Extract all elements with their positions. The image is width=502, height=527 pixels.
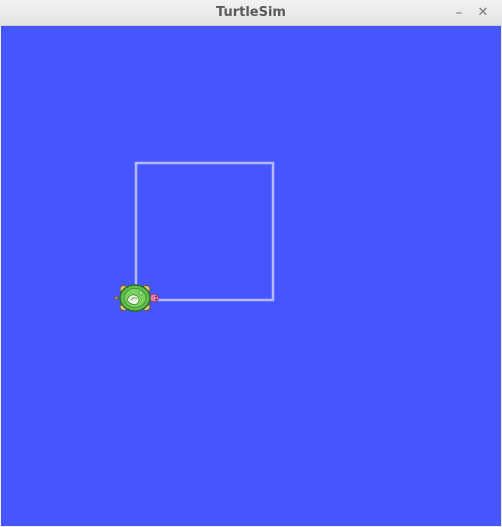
drawing-surface bbox=[114, 161, 275, 312]
pen-trail bbox=[134, 161, 275, 302]
close-button[interactable]: ✕ bbox=[474, 4, 492, 22]
turtlesim-window: TurtleSim – ✕ bbox=[0, 0, 502, 527]
minimize-button[interactable]: – bbox=[450, 4, 468, 22]
window-title: TurtleSim bbox=[216, 5, 286, 20]
turtle-icon bbox=[114, 284, 159, 312]
turtle-canvas bbox=[1, 26, 501, 526]
title-bar[interactable]: TurtleSim – ✕ bbox=[0, 0, 502, 26]
